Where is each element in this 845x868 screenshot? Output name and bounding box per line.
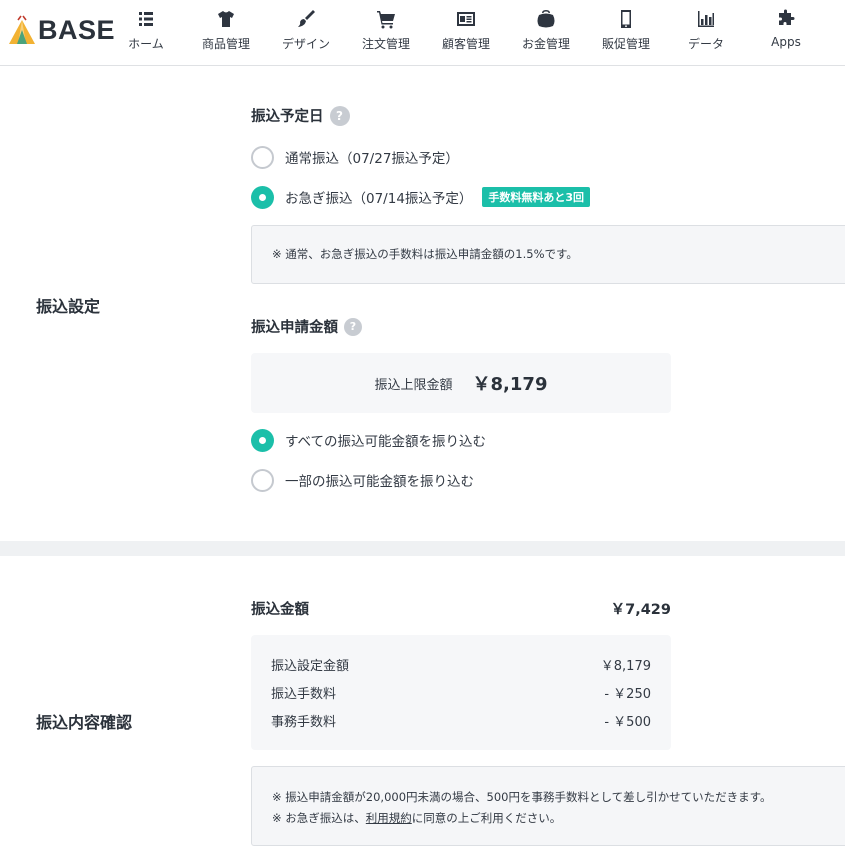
nav-item-apps[interactable]: Apps — [746, 0, 826, 66]
main-nav: ホーム 商品管理 デザイン 注文管理 顧客管理 お金管理 販促管理 データ Ap… — [106, 0, 826, 66]
smartphone-icon — [621, 10, 631, 28]
nav-label: ホーム — [128, 37, 164, 51]
nav-item-home[interactable]: ホーム — [106, 0, 186, 66]
radio-button-selected[interactable] — [251, 428, 274, 452]
fee-note: ※ 通常、お急ぎ振込の手数料は振込申請金額の1.5%です。 — [251, 225, 845, 284]
section-title-transfer-settings: 振込設定 — [36, 297, 101, 316]
admin-fee-note: ※ 振込申請金額が20,000円未満の場合、500円を事務手数料として差し引かせ… — [272, 790, 772, 804]
radio-label: すべての振込可能金額を振り込む — [285, 434, 487, 450]
brush-icon — [298, 10, 315, 27]
breakdown-label: 振込設定金額 — [271, 659, 350, 674]
confirmation-section: 振込内容確認 振込金額 ￥7,429 振込設定金額 ￥8,179 振込手数料 -… — [0, 556, 845, 868]
puzzle-icon — [779, 9, 795, 25]
transfer-amount-label: 振込金額 — [251, 602, 309, 618]
fee-note-text: ※ 通常、お急ぎ振込の手数料は振込申請金額の1.5%です。 — [272, 247, 578, 261]
id-card-icon — [457, 12, 475, 26]
tent-logo-icon — [9, 15, 35, 44]
help-icon[interactable]: ? — [344, 317, 362, 336]
transfer-limit-box: 振込上限金額 ￥8,179 — [251, 353, 671, 413]
limit-label: 振込上限金額 — [374, 377, 453, 393]
nav-label: Apps — [771, 35, 801, 49]
section-divider — [0, 541, 845, 556]
nav-item-orders[interactable]: 注文管理 — [346, 0, 426, 66]
breakdown-label: 事務手数料 — [271, 715, 337, 730]
transfer-amount-value: ￥7,429 — [610, 602, 671, 618]
radio-label: 通常振込（07/27振込予定） — [285, 151, 459, 167]
request-amount-title: 振込申請金額 ? — [251, 316, 362, 337]
schedule-title-text: 振込予定日 — [251, 109, 324, 125]
radio-button[interactable] — [251, 145, 274, 169]
radio-normal-transfer[interactable]: 通常振込（07/27振込予定） — [251, 145, 459, 169]
radio-button[interactable] — [251, 468, 274, 492]
amount-breakdown: 振込設定金額 ￥8,179 振込手数料 - ￥250 事務手数料 - ￥500 — [251, 635, 671, 750]
breakdown-row: 事務手数料 - ￥500 — [271, 711, 651, 730]
radio-express-transfer[interactable]: お急ぎ振込（07/14振込予定） 手数料無料あと3回 — [251, 185, 591, 209]
nav-label: 注文管理 — [361, 37, 410, 51]
nav-label: 顧客管理 — [441, 37, 490, 51]
confirmation-notes: ※ 振込申請金額が20,000円未満の場合、500円を事務手数料として差し引かせ… — [251, 766, 845, 846]
breakdown-value: - ￥250 — [604, 687, 651, 702]
top-header: BASE ホーム 商品管理 デザイン 注文管理 顧客管理 お金管理 販促管理 デ… — [0, 0, 845, 66]
nav-item-design[interactable]: デザイン — [266, 0, 346, 66]
nav-label: 商品管理 — [201, 37, 250, 51]
nav-label: デザイン — [281, 37, 330, 51]
transfer-amount-row: 振込金額 ￥7,429 — [251, 598, 671, 619]
breakdown-row: 振込設定金額 ￥8,179 — [271, 655, 651, 674]
breakdown-row: 振込手数料 - ￥250 — [271, 683, 651, 702]
request-amount-title-text: 振込申請金額 — [251, 320, 338, 336]
bar-chart-icon — [698, 11, 714, 27]
section-title-confirmation: 振込内容確認 — [36, 713, 133, 732]
base-logo[interactable]: BASE — [8, 14, 115, 46]
logo-text: BASE — [38, 15, 116, 45]
cart-icon — [377, 11, 395, 29]
nav-item-promotion[interactable]: 販促管理 — [586, 0, 666, 66]
wallet-icon — [537, 10, 555, 28]
radio-transfer-all[interactable]: すべての振込可能金額を振り込む — [251, 428, 486, 452]
nav-label: お金管理 — [521, 37, 570, 51]
nav-item-customers[interactable]: 顧客管理 — [426, 0, 506, 66]
terms-link[interactable]: 利用規約 — [366, 811, 412, 825]
nav-label: 販促管理 — [601, 37, 650, 51]
radio-button-selected[interactable] — [251, 185, 274, 209]
nav-item-products[interactable]: 商品管理 — [186, 0, 266, 66]
radio-label: お急ぎ振込（07/14振込予定） — [285, 191, 473, 207]
nav-item-data[interactable]: データ — [666, 0, 746, 66]
transfer-settings-section: 振込設定 振込予定日 ? 通常振込（07/27振込予定） お急ぎ振込（07/14… — [0, 67, 845, 541]
radio-label: 一部の振込可能金額を振り込む — [285, 474, 474, 490]
terms-note-prefix: ※ お急ぎ振込は、 — [272, 811, 366, 825]
radio-transfer-partial[interactable]: 一部の振込可能金額を振り込む — [251, 468, 474, 492]
breakdown-value: - ￥500 — [604, 715, 651, 730]
breakdown-value: ￥8,179 — [600, 659, 651, 674]
schedule-title: 振込予定日 ? — [251, 105, 350, 126]
list-icon — [139, 12, 153, 26]
free-fee-badge: 手数料無料あと3回 — [482, 187, 591, 207]
shirt-icon — [218, 11, 234, 27]
terms-note-suffix: に同意の上ご利用ください。 — [411, 811, 562, 825]
breakdown-label: 振込手数料 — [271, 687, 337, 702]
help-icon[interactable]: ? — [329, 105, 350, 126]
nav-item-money[interactable]: お金管理 — [506, 0, 586, 66]
terms-note: ※ お急ぎ振込は、利用規約に同意の上ご利用ください。 — [272, 808, 845, 829]
nav-label: データ — [687, 37, 724, 51]
limit-value: ￥8,179 — [472, 374, 548, 395]
